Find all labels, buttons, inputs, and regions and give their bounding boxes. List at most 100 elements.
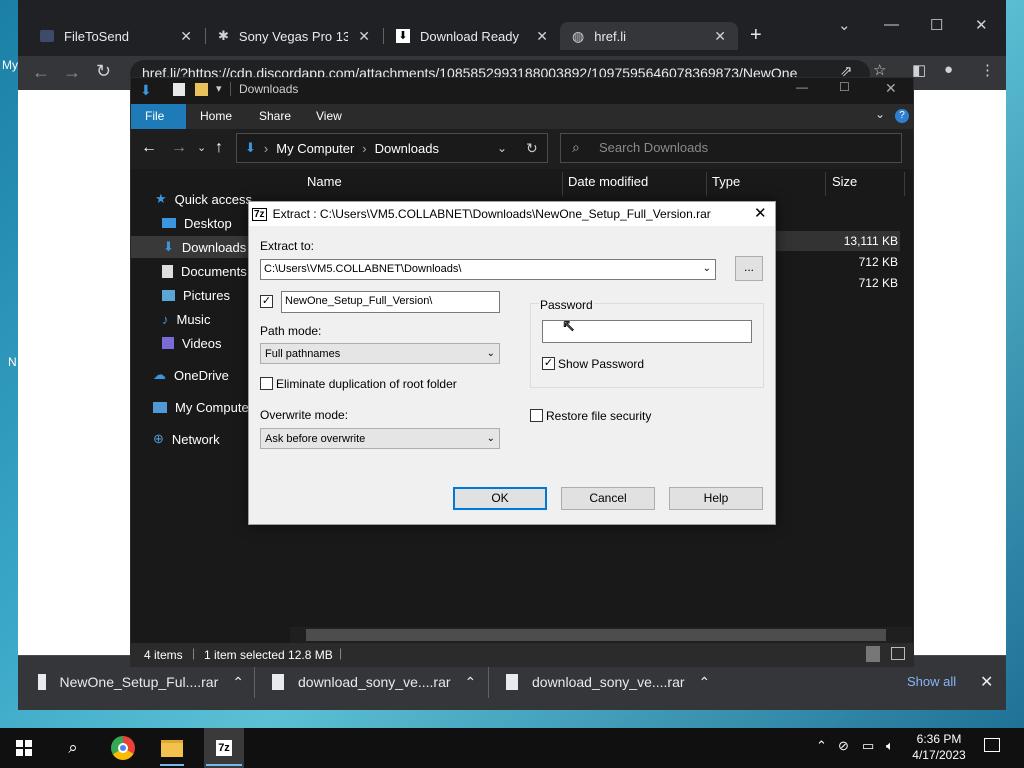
details-view-icon[interactable] xyxy=(866,646,880,662)
close-downloads-icon[interactable]: ✕ xyxy=(980,672,993,692)
chevron-down-icon[interactable]: ⌄ xyxy=(703,263,711,274)
folder-icon[interactable] xyxy=(195,83,208,96)
expand-ribbon-icon[interactable]: ⌄ xyxy=(875,107,885,121)
chevron-down-icon[interactable]: ⌄ xyxy=(838,16,851,34)
path-mode-select[interactable]: Full pathnames ⌄ xyxy=(260,343,500,364)
quick-access-menu-icon[interactable]: ▾ xyxy=(216,82,222,95)
profile-icon[interactable]: ● xyxy=(944,61,953,78)
restore-security-checkbox[interactable] xyxy=(530,409,543,422)
back-icon[interactable]: ← xyxy=(32,62,50,83)
column-size[interactable]: Size xyxy=(832,174,857,189)
chrome-icon[interactable] xyxy=(108,734,138,762)
sidebar-item-music[interactable]: ♪ Music xyxy=(162,308,210,330)
search-icon: ⌕ xyxy=(572,139,580,155)
close-dialog-icon[interactable]: ✕ xyxy=(754,204,767,222)
scrollbar-thumb[interactable] xyxy=(306,629,886,641)
column-date-modified[interactable]: Date modified xyxy=(568,174,648,189)
cancel-button[interactable]: Cancel xyxy=(561,487,655,510)
show-password-checkbox[interactable]: ✓ xyxy=(542,357,555,370)
show-hidden-icons-icon[interactable]: ⌃ xyxy=(816,738,827,754)
breadcrumb-downloads[interactable]: Downloads xyxy=(375,141,439,156)
tab-filetosend[interactable]: FileToSend ✕ xyxy=(28,22,204,50)
tab-home[interactable]: Home xyxy=(186,104,246,129)
tab-view[interactable]: View xyxy=(302,104,356,129)
7zip-taskbar-icon[interactable]: 7z xyxy=(204,728,244,768)
ok-button[interactable]: OK xyxy=(453,487,547,510)
new-tab-button[interactable]: + xyxy=(750,24,762,47)
close-tab-icon[interactable]: ✕ xyxy=(536,28,548,45)
menu-icon[interactable]: ⋮ xyxy=(980,61,995,79)
close-tab-icon[interactable]: ✕ xyxy=(180,28,192,45)
show-all-link[interactable]: Show all xyxy=(907,674,956,689)
maximize-icon[interactable]: ☐ xyxy=(839,80,850,94)
forward-icon[interactable]: → xyxy=(63,62,81,83)
sidebar-item-label: Desktop xyxy=(184,215,232,231)
video-icon xyxy=(162,337,174,349)
column-divider xyxy=(706,172,707,196)
eliminate-duplication-checkbox[interactable] xyxy=(260,377,273,390)
reload-icon[interactable]: ↻ xyxy=(96,61,111,82)
download-item[interactable]: NewOne_Setup_Ful....rar ⌃ xyxy=(38,662,244,702)
download-item[interactable]: download_sony_ve....rar ⌃ xyxy=(506,662,712,702)
minimize-icon[interactable]: — xyxy=(796,80,808,94)
tab-href-li[interactable]: ◍ href.li ✕ xyxy=(560,22,738,50)
tab-share[interactable]: Share xyxy=(245,104,305,129)
help-button[interactable]: Help xyxy=(669,487,763,510)
maximize-icon[interactable]: ☐ xyxy=(930,16,943,34)
subfolder-checkbox[interactable]: ✓ xyxy=(260,295,273,308)
recent-locations-icon[interactable]: ⌄ xyxy=(197,141,206,154)
chevron-up-icon[interactable]: ⌃ xyxy=(232,674,244,691)
back-icon[interactable]: ← xyxy=(141,139,157,157)
7zip-icon: 7z xyxy=(252,207,267,221)
browse-button[interactable]: ... xyxy=(735,256,763,281)
properties-icon[interactable] xyxy=(173,83,185,96)
tab-file[interactable]: File xyxy=(131,104,186,129)
notifications-icon[interactable] xyxy=(984,738,1000,752)
minimize-icon[interactable]: — xyxy=(884,16,899,33)
column-type[interactable]: Type xyxy=(712,174,740,189)
search-icon[interactable]: ⌕ xyxy=(58,734,88,762)
chevron-up-icon[interactable]: ⌃ xyxy=(699,674,711,691)
close-icon[interactable]: ✕ xyxy=(885,80,897,97)
sidebar-item-quick-access[interactable]: ★ Quick access xyxy=(155,188,252,210)
sidebar-item-onedrive[interactable]: ☁ OneDrive xyxy=(153,364,229,386)
download-item[interactable]: download_sony_ve....rar ⌃ xyxy=(272,662,478,702)
sidebar-icon[interactable]: ◧ xyxy=(912,61,926,79)
sidebar-item-label: Network xyxy=(171,431,220,447)
refresh-icon[interactable]: ↻ xyxy=(526,140,538,157)
tab-sony-vegas[interactable]: ✱ Sony Vegas Pro 13 Cr ✕ xyxy=(206,22,382,50)
address-dropdown-icon[interactable]: ⌄ xyxy=(497,141,507,155)
tiles-view-icon[interactable] xyxy=(891,647,905,660)
tab-download-ready[interactable]: ⬇ Download Ready ✕ xyxy=(384,22,560,50)
search-input[interactable]: Search Downloads xyxy=(560,133,902,163)
network-disconnected-icon[interactable]: ⊘ xyxy=(838,738,849,754)
windows-start-icon[interactable] xyxy=(16,740,32,756)
column-divider xyxy=(904,172,905,196)
volume-icon[interactable]: 🔈︎ xyxy=(886,738,894,754)
forward-icon[interactable]: → xyxy=(171,139,187,157)
overwrite-mode-value: Ask before overwrite xyxy=(265,432,366,445)
file-explorer-icon[interactable] xyxy=(157,734,187,762)
extract-to-label: Extract to: xyxy=(260,239,315,253)
close-tab-icon[interactable]: ✕ xyxy=(714,28,726,45)
close-tab-icon[interactable]: ✕ xyxy=(358,28,370,45)
breadcrumb-my-computer[interactable]: My Computer xyxy=(276,141,354,156)
extract-to-input[interactable]: C:\Users\VM5.COLLABNET\Downloads\ ⌄ xyxy=(260,259,716,280)
overwrite-mode-select[interactable]: Ask before overwrite ⌄ xyxy=(260,428,500,449)
network-icon[interactable]: ▭ xyxy=(862,738,874,754)
chevron-up-icon[interactable]: ⌃ xyxy=(465,674,477,691)
up-icon[interactable]: ↑ xyxy=(215,139,223,157)
close-window-icon[interactable]: ✕ xyxy=(975,16,988,34)
clock[interactable]: 6:36 PM 4/17/2023 xyxy=(906,732,972,762)
column-name[interactable]: Name xyxy=(307,174,342,189)
sidebar-item-videos[interactable]: Videos xyxy=(162,332,222,354)
horizontal-scrollbar[interactable] xyxy=(290,627,912,643)
sidebar-item-documents[interactable]: Documents xyxy=(162,260,247,282)
sidebar-item-my-computer[interactable]: My Computer xyxy=(153,396,253,418)
sidebar-item-network[interactable]: ⊕ Network xyxy=(153,428,220,450)
subfolder-input[interactable]: NewOne_Setup_Full_Version\ xyxy=(281,291,500,313)
sidebar-item-pictures[interactable]: Pictures xyxy=(162,284,230,306)
sidebar-item-desktop[interactable]: Desktop xyxy=(162,212,232,234)
tab-title: Sony Vegas Pro 13 Cr xyxy=(238,28,349,44)
help-icon[interactable]: ? xyxy=(895,109,909,123)
